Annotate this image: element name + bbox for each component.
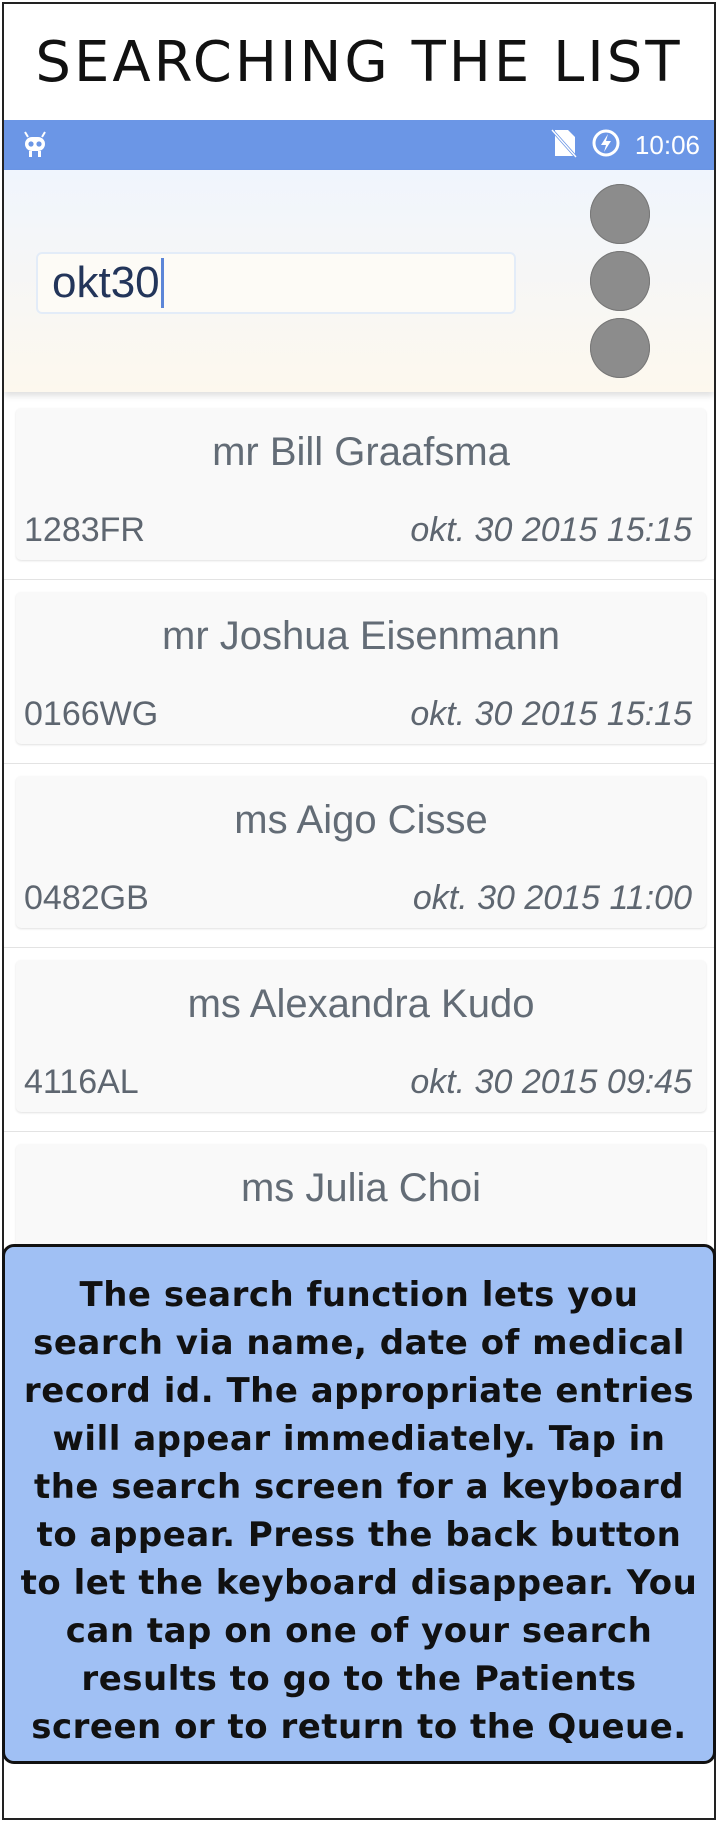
instruction-callout: The search function lets you search via … [2, 1244, 716, 1764]
search-input[interactable]: okt30 [36, 252, 516, 314]
result-card[interactable]: mr Bill Graafsma 1283FR okt. 30 2015 15:… [16, 408, 706, 560]
result-row[interactable]: mr Bill Graafsma 1283FR okt. 30 2015 15:… [4, 396, 714, 580]
search-header: okt30 [4, 170, 714, 392]
patient-name: ms Alexandra Kudo [187, 982, 535, 1026]
status-bar: 10:06 [4, 120, 714, 170]
battery-charging-icon [591, 128, 621, 163]
appointment-datetime: okt. 30 2015 15:15 [410, 511, 692, 549]
no-sim-icon [550, 128, 578, 163]
patient-name: mr Bill Graafsma [212, 430, 510, 474]
android-robot-icon [22, 131, 48, 164]
text-caret [160, 258, 164, 308]
record-id: 0482GB [24, 879, 149, 917]
menu-dot-icon [590, 184, 650, 244]
search-results-list: mr Bill Graafsma 1283FR okt. 30 2015 15:… [4, 396, 714, 1316]
record-id: 1283FR [24, 511, 145, 549]
result-card[interactable]: mr Joshua Eisenmann 0166WG okt. 30 2015 … [16, 592, 706, 744]
result-row[interactable]: mr Joshua Eisenmann 0166WG okt. 30 2015 … [4, 580, 714, 764]
page-title: SEARCHING THE LIST [35, 29, 683, 95]
search-input-value: okt30 [52, 258, 160, 307]
appointment-datetime: okt. 30 2015 09:45 [410, 1063, 692, 1101]
patient-name: ms Aigo Cisse [234, 798, 488, 842]
record-id: 4116AL [24, 1063, 139, 1101]
result-card[interactable]: ms Alexandra Kudo 4116AL okt. 30 2015 09… [16, 960, 706, 1112]
result-row[interactable]: ms Alexandra Kudo 4116AL okt. 30 2015 09… [4, 948, 714, 1132]
status-time: 10:06 [634, 129, 700, 160]
menu-dot-icon [590, 318, 650, 378]
patient-name: mr Joshua Eisenmann [162, 614, 560, 658]
result-row[interactable]: ms Aigo Cisse 0482GB okt. 30 2015 11:00 [4, 764, 714, 948]
menu-dot-icon [590, 251, 650, 311]
record-id: 0166WG [24, 695, 159, 733]
result-card[interactable]: ms Aigo Cisse 0482GB okt. 30 2015 11:00 [16, 776, 706, 928]
appointment-datetime: okt. 30 2015 11:00 [412, 879, 692, 917]
instruction-text: The search function lets you search via … [20, 1275, 698, 1747]
title-area: SEARCHING THE LIST [4, 4, 714, 120]
patient-name: ms Julia Choi [240, 1166, 482, 1210]
appointment-datetime: okt. 30 2015 15:15 [410, 695, 692, 733]
overflow-menu-button[interactable] [590, 184, 650, 385]
